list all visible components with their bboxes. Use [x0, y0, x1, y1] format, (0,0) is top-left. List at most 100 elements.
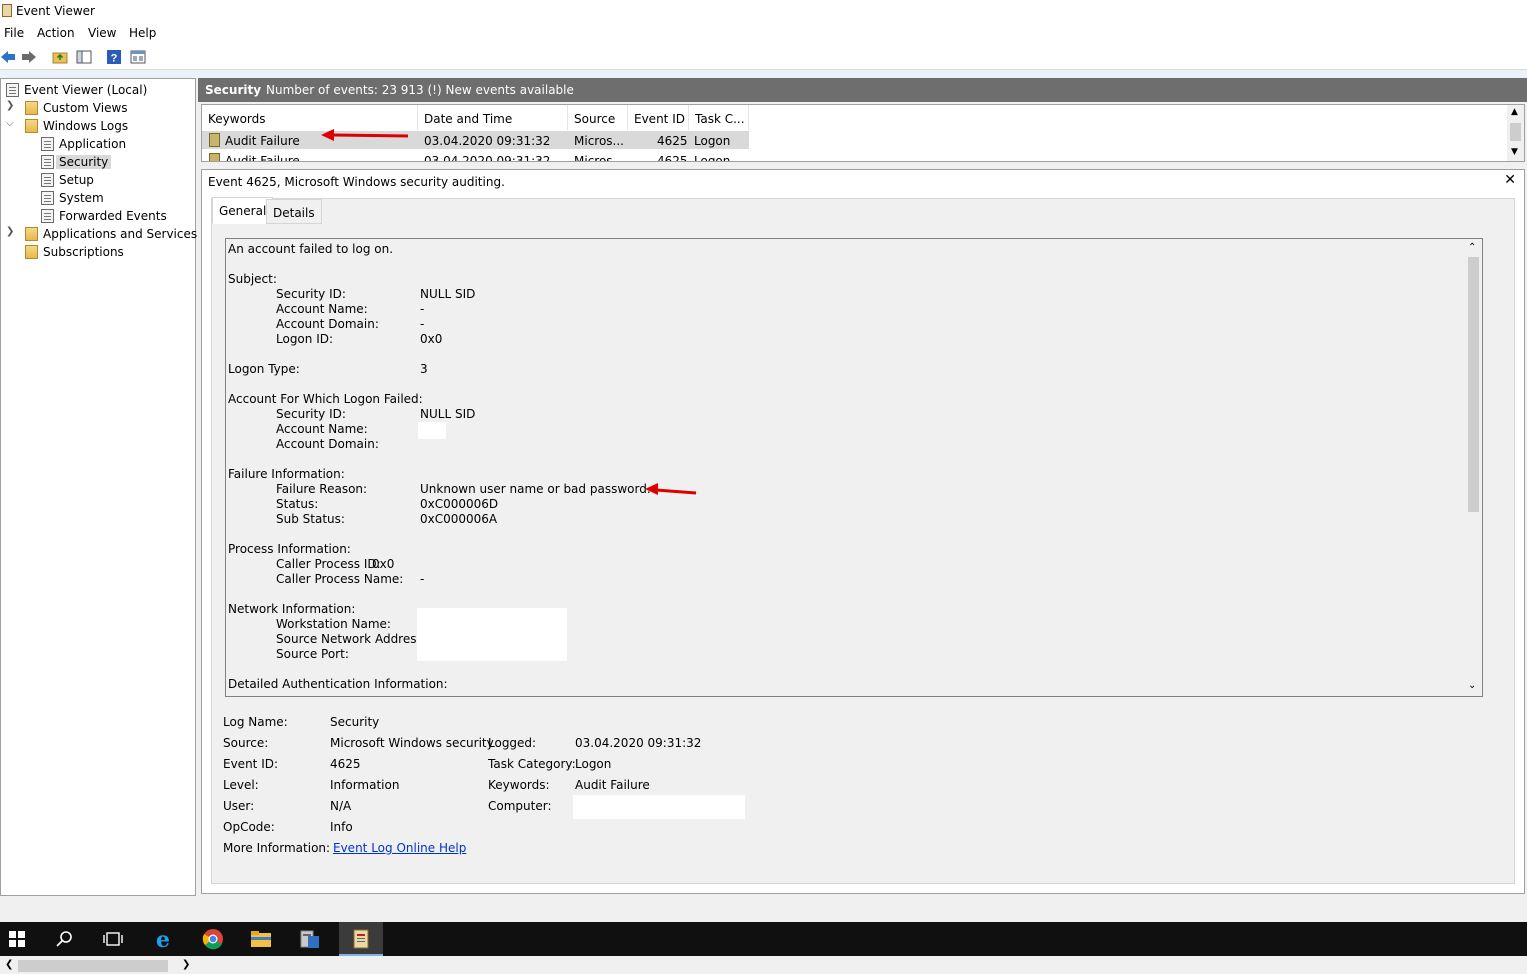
prop-label: Logged: — [488, 736, 537, 750]
chevron-right-icon[interactable]: ❯ — [6, 226, 16, 237]
field-label: Security ID: — [276, 407, 346, 421]
search-icon[interactable] — [54, 928, 76, 950]
field-value: NULL SID — [420, 407, 476, 421]
field-label: Sub Status: — [276, 512, 345, 526]
task-view-icon[interactable] — [102, 928, 124, 950]
field-label: Logon Type: — [228, 362, 300, 376]
field-value: - — [420, 302, 425, 316]
scroll-right-icon[interactable]: ❯ — [182, 959, 190, 970]
toolbar-divider — [0, 71, 1527, 77]
internet-explorer-icon[interactable]: e — [152, 928, 174, 950]
properties-icon[interactable] — [130, 49, 146, 65]
prop-label: Log Name: — [223, 715, 288, 729]
chevron-down-icon[interactable]: ⌄ — [1468, 680, 1476, 691]
field-label: Caller Process ID: — [276, 557, 381, 571]
table-row-selected[interactable]: Audit Failure 03.04.2020 09:31:32 Micros… — [202, 131, 749, 149]
tree-item-label: Application — [59, 137, 127, 151]
field-value: 0xC000006D — [420, 497, 499, 511]
column-task-category[interactable]: Task C... — [689, 105, 749, 130]
folder-icon — [25, 227, 38, 241]
log-icon — [41, 209, 54, 223]
event-log-online-help-link[interactable]: Event Log Online Help — [333, 841, 466, 855]
start-icon[interactable] — [6, 928, 28, 950]
field-label: Logon ID: — [276, 332, 334, 346]
cell-date-time: 03.04.2020 09:31:32 — [424, 134, 551, 148]
tree-item-label: Security — [56, 155, 112, 169]
redacted-account-name — [418, 422, 446, 439]
file-explorer-icon[interactable] — [250, 928, 272, 950]
scroll-up-icon[interactable]: ▲ — [1511, 107, 1518, 117]
prop-label: Source: — [223, 736, 269, 750]
column-date-time[interactable]: Date and Time — [418, 105, 568, 130]
scrollbar-thumb[interactable] — [1510, 123, 1521, 141]
menu-file[interactable]: File — [4, 26, 24, 40]
description-vertical-scrollbar[interactable]: ⌃ ⌄ — [1465, 239, 1482, 696]
tree-item-label: Windows Logs — [43, 119, 129, 133]
scrollbar-thumb[interactable] — [18, 960, 168, 972]
tab-general[interactable]: General — [212, 197, 274, 224]
taskbar: e — [0, 922, 1527, 956]
chrome-icon[interactable] — [202, 928, 224, 950]
svg-text:e: e — [156, 928, 170, 950]
prop-label: User: — [223, 799, 255, 813]
prop-label: More Information: — [223, 841, 331, 855]
field-label: Account Name: — [276, 302, 368, 316]
column-source[interactable]: Source — [568, 105, 628, 130]
prop-label: Level: — [223, 778, 259, 792]
forward-icon[interactable] — [21, 49, 37, 65]
section-process: Process Information: — [228, 542, 351, 556]
field-label: Account Domain: — [276, 317, 379, 331]
field-label: Account Name: — [276, 422, 368, 436]
scroll-left-icon[interactable]: ❮ — [5, 959, 13, 970]
tree-item-label: Subscriptions — [43, 245, 124, 259]
redacted-network-info — [417, 608, 567, 661]
field-value: - — [420, 572, 425, 586]
section-failure: Failure Information: — [228, 467, 345, 481]
event-viewer-icon[interactable] — [350, 928, 372, 950]
help-icon[interactable]: ? — [106, 49, 122, 65]
close-icon[interactable]: ✕ — [1504, 172, 1516, 188]
menu-action[interactable]: Action — [37, 26, 75, 40]
tree-horizontal-scrollbar[interactable]: ❮ ❯ — [2, 958, 196, 974]
server-manager-icon[interactable] — [299, 928, 321, 950]
log-header: Security Number of events: 23 913 (!) Ne… — [198, 78, 1527, 102]
scroll-down-icon[interactable]: ▼ — [1511, 147, 1518, 157]
section-network: Network Information: — [228, 602, 356, 616]
redacted-computer-name — [573, 795, 745, 819]
tab-details[interactable]: Details — [266, 199, 322, 224]
prop-label: OpCode: — [223, 820, 275, 834]
event-detail-title: Event 4625, Microsoft Windows security a… — [208, 175, 505, 189]
field-value: 0x0 — [420, 332, 443, 346]
cell-source: Micros... — [574, 134, 624, 148]
toolbar: ? — [0, 44, 1527, 70]
column-event-id[interactable]: Event ID — [628, 105, 689, 130]
scrollbar-thumb[interactable] — [1468, 257, 1479, 512]
prop-task-category: Logon — [575, 757, 612, 771]
tree-item-label: Applications and Services Lo — [43, 227, 215, 241]
menu-help[interactable]: Help — [129, 26, 156, 40]
description-intro: An account failed to log on. — [228, 242, 394, 256]
folder-icon — [25, 101, 38, 115]
back-icon[interactable] — [0, 49, 16, 65]
section-subject: Subject: — [228, 272, 277, 286]
field-label: Workstation Name: — [276, 617, 391, 631]
cell-keywords: Audit Failure — [225, 154, 300, 162]
folder-up-icon[interactable] — [52, 49, 68, 65]
table-row[interactable]: Audit Failure 03.04.2020 09:31:32 Micros… — [202, 151, 749, 162]
event-description[interactable]: An account failed to log on. Subject: Se… — [225, 238, 1483, 697]
navigation-tree: Event Viewer (Local) ❯ Custom Views ⌵ Wi… — [0, 78, 215, 974]
window-title: Event Viewer — [16, 4, 95, 18]
chevron-down-icon[interactable]: ⌵ — [6, 118, 16, 129]
chevron-up-icon[interactable]: ⌃ — [1468, 242, 1476, 253]
log-icon — [41, 191, 54, 205]
cell-task-category: Logon — [694, 134, 731, 148]
lock-icon — [209, 133, 220, 147]
chevron-right-icon[interactable]: ❯ — [6, 100, 16, 111]
prop-keywords: Audit Failure — [575, 778, 650, 792]
list-vertical-scrollbar[interactable]: ▲ ▼ — [1507, 105, 1524, 161]
tree-item-label: Setup — [59, 173, 94, 187]
show-hide-tree-icon[interactable] — [76, 49, 92, 65]
log-icon — [41, 173, 54, 187]
prop-user: N/A — [330, 799, 352, 813]
menu-view[interactable]: View — [88, 26, 116, 40]
